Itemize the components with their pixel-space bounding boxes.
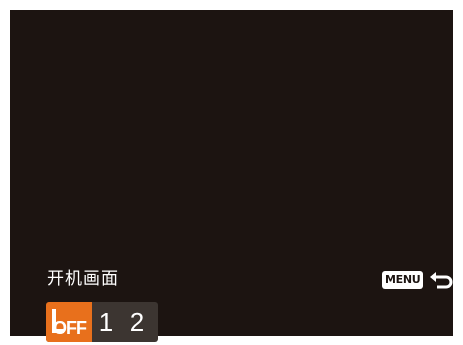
- menu-badge: MENU: [382, 271, 424, 289]
- option-2[interactable]: 2: [120, 302, 158, 342]
- off-icon: OFF: [52, 309, 87, 338]
- return-arrow-icon: [430, 272, 453, 289]
- camera-menu-screen: 开机画面 MENU OFF 1 2: [10, 10, 455, 342]
- page-title: 开机画面: [47, 269, 119, 289]
- option-off[interactable]: OFF: [46, 302, 92, 342]
- startup-image-selector[interactable]: OFF 1 2: [46, 302, 158, 342]
- option-1[interactable]: 1: [92, 302, 120, 342]
- menu-back-button[interactable]: MENU: [382, 269, 455, 291]
